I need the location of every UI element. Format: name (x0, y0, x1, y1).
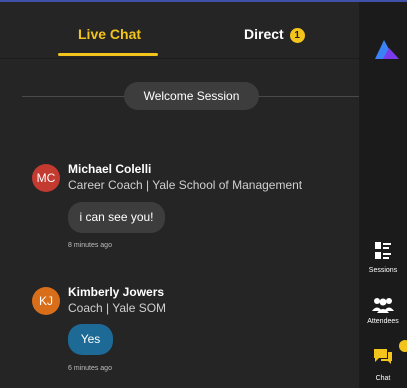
chat-notification-dot (399, 340, 407, 352)
avatar[interactable]: MC (32, 164, 60, 192)
tab-live-chat-label: Live Chat (78, 26, 142, 42)
message-author-title: Career Coach | Yale School of Management (68, 178, 303, 192)
sidebar-item-label: Attendees (367, 318, 399, 325)
chat-panel: Live Chat Direct 1 Welcome Session MC Mic… (0, 2, 359, 388)
sessions-icon (375, 242, 391, 265)
active-tab-indicator (58, 53, 158, 56)
message-author: Michael Colelli (68, 162, 152, 176)
tab-live-chat[interactable]: Live Chat (78, 26, 141, 42)
sidebar-item-chat[interactable]: Chat (359, 340, 407, 386)
right-sidebar: Sessions Attendees Chat (359, 2, 407, 388)
message-timestamp: 6 minutes ago (68, 365, 112, 372)
attendees-icon (372, 297, 394, 318)
message-author: Kimberly Jowers (68, 285, 165, 299)
sidebar-item-sessions[interactable]: Sessions (359, 242, 407, 278)
sidebar-item-label: Chat (375, 375, 391, 382)
session-label: Welcome Session (124, 82, 259, 110)
sidebar-item-label: Sessions (368, 267, 398, 274)
message-bubble: Yes (68, 324, 113, 355)
chat-tabs: Live Chat Direct 1 (0, 2, 359, 59)
avatar[interactable]: KJ (32, 287, 60, 315)
tab-direct-label: Direct (244, 26, 284, 42)
message-timestamp: 8 minutes ago (68, 242, 112, 249)
sidebar-item-attendees[interactable]: Attendees (359, 297, 407, 333)
app-logo-icon (375, 36, 407, 65)
message-author-title: Coach | Yale SOM (68, 301, 167, 315)
tab-direct[interactable]: Direct 1 (244, 26, 305, 43)
message-bubble: i can see you! (68, 202, 165, 233)
chat-icon (373, 348, 393, 371)
direct-unread-badge: 1 (289, 28, 305, 43)
